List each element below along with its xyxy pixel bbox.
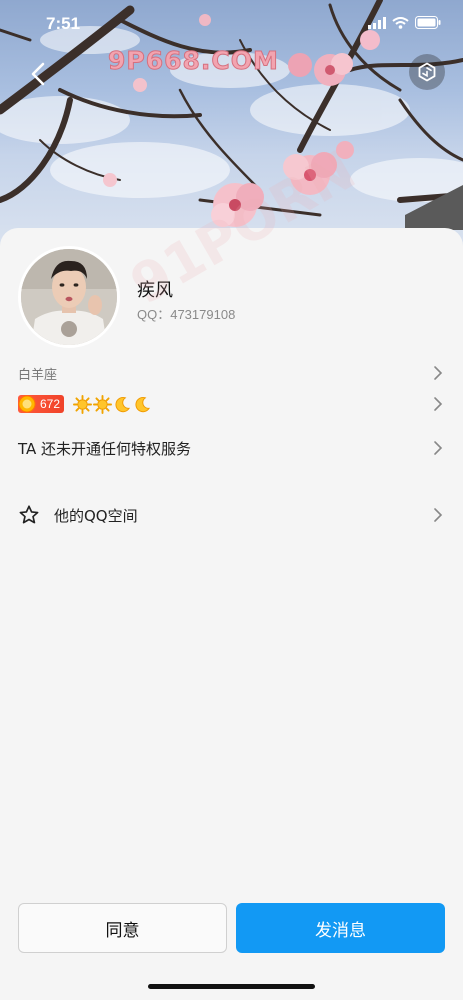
crown-sun-icon bbox=[18, 395, 36, 413]
moon-icon bbox=[135, 396, 151, 412]
chevron-right-icon bbox=[434, 366, 443, 380]
chevron-right-icon bbox=[434, 397, 443, 411]
avatar[interactable] bbox=[18, 246, 120, 348]
level-value: 672 bbox=[40, 397, 61, 411]
chevron-left-icon bbox=[31, 62, 45, 86]
wifi-icon bbox=[392, 16, 409, 29]
level-row[interactable]: 672 bbox=[18, 393, 443, 415]
star-icon bbox=[19, 505, 39, 524]
profile-card: 疾风 QQ：473179108 白羊座 672 TA 还未开通任何特权服务 他的… bbox=[0, 228, 463, 1000]
hexagon-icon bbox=[418, 62, 436, 82]
status-time: 7:51 bbox=[46, 14, 81, 33]
privilege-label: TA 还未开通任何特权服务 bbox=[18, 439, 192, 458]
level-icons bbox=[73, 394, 152, 414]
qzone-label: 他的QQ空间 bbox=[54, 506, 138, 525]
avatar-portrait bbox=[21, 249, 117, 345]
sun-icon bbox=[73, 394, 93, 414]
send-message-button[interactable]: 发消息 bbox=[236, 903, 445, 953]
cellular-signal-icon bbox=[368, 16, 386, 29]
home-indicator bbox=[148, 984, 315, 989]
nickname: 疾风 bbox=[137, 280, 173, 301]
more-button[interactable] bbox=[409, 54, 445, 90]
watermark-text: 9P668.COM bbox=[108, 46, 279, 76]
moon-icon bbox=[115, 396, 131, 412]
constellation-row[interactable]: 白羊座 bbox=[18, 362, 443, 384]
constellation-label: 白羊座 bbox=[18, 367, 58, 383]
chevron-right-icon bbox=[434, 441, 443, 455]
status-icons bbox=[368, 16, 441, 29]
agree-button[interactable]: 同意 bbox=[18, 903, 227, 953]
profile-cover-photo: 9P668.COM 7:51 bbox=[0, 0, 463, 260]
qzone-row[interactable]: 他的QQ空间 bbox=[18, 503, 443, 527]
level-badge: 672 bbox=[18, 395, 65, 413]
status-bar: 7:51 bbox=[0, 0, 463, 48]
battery-icon bbox=[415, 16, 441, 29]
qq-number: QQ：473179108 bbox=[137, 307, 236, 322]
back-button[interactable] bbox=[22, 58, 54, 90]
privilege-row[interactable]: TA 还未开通任何特权服务 bbox=[18, 436, 443, 460]
chevron-right-icon bbox=[434, 508, 443, 522]
sun-icon bbox=[93, 394, 113, 414]
